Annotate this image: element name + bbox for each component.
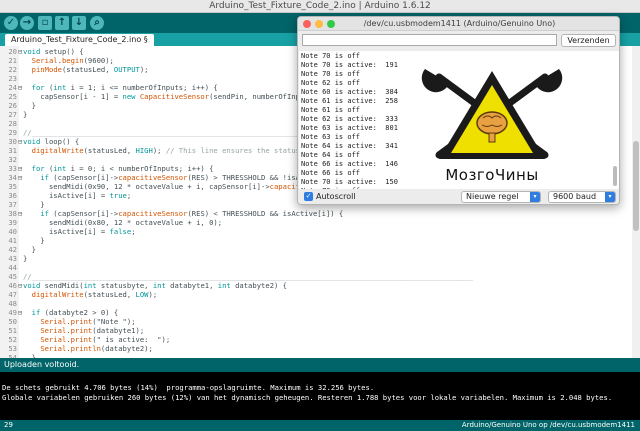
upload-icon[interactable]: → [20,16,34,30]
new-icon[interactable]: ▫ [38,16,52,30]
line-ending-value: Nieuwe regel [466,192,519,201]
serial-monitor-window: /dev/cu.usbmodem1411 (Arduino/Genuino Un… [297,16,620,205]
serial-output: МозгоЧины Note 70 is off Note 70 is activ… [299,51,619,199]
serial-monitor-title: /dev/cu.usbmodem1411 (Arduino/Genuino Un… [363,19,556,28]
ide-titlebar: Arduino_Test_Fixture_Code_2.ino | Arduin… [0,0,640,13]
autoscroll-checkbox[interactable]: ✓ [304,192,313,201]
tab-sketch[interactable]: Arduino_Test_Fixture_Code_2.ino § [5,34,154,46]
serial-output-line: Note 70 is off [301,70,361,78]
status-text: Uploaden voltooid. [4,360,80,369]
serial-output-line: Note 70 is active: 191 [301,61,398,69]
serial-output-line: Note 64 is off [301,151,361,159]
serial-monitor-icon[interactable]: ⌕ [90,16,104,30]
serial-output-line: Note 66 is active: 146 [301,160,398,168]
footer-line-number: 29 [4,421,13,429]
serial-monitor-titlebar: /dev/cu.usbmodem1411 (Arduino/Genuino Un… [298,17,619,31]
open-icon[interactable]: ↑ [55,16,69,30]
baud-rate-select[interactable]: 9600 baud ▾ [548,191,616,203]
serial-output-line: Note 62 is active: 333 [301,115,398,123]
serial-send-input[interactable] [302,34,557,46]
console-line: De schets gebruikt 4.706 bytes (14%) pro… [2,383,375,392]
console-output: De schets gebruikt 4.706 bytes (14%) pro… [0,372,640,420]
serial-output-line: Note 70 is off [301,52,361,60]
serial-output-line: Note 63 is active: 801 [301,124,398,132]
serial-output-line: Note 70 is active: 150 [301,178,398,186]
serial-scrollbar[interactable] [612,51,618,199]
status-bar: Uploaden voltooid. [0,358,640,372]
serial-output-line: Note 61 is active: 258 [301,97,398,105]
chevron-down-icon: ▾ [530,192,540,202]
serial-output-line: Note 64 is active: 341 [301,142,398,150]
footer-bar: 29 Arduino/Genuino Uno op /dev/cu.usbmod… [0,420,640,431]
console-line: Globale variabelen gebruiken 260 bytes (… [2,393,613,402]
editor-scrollbar[interactable] [632,46,640,358]
line-ending-select[interactable]: Nieuwe regel ▾ [461,191,541,203]
baud-rate-value: 9600 baud [553,192,597,201]
serial-output-line: Note 60 is active: 384 [301,88,398,96]
serial-options-bar: ✓ Autoscroll Nieuwe regel ▾ 9600 baud ▾ [298,189,619,204]
footer-board-info: Arduino/Genuino Uno op /dev/cu.usbmodem1… [461,421,635,429]
ide-window-title: Arduino_Test_Fixture_Code_2.ino | Arduin… [209,1,431,11]
chevron-down-icon: ▾ [605,192,615,202]
save-icon[interactable]: ↓ [72,16,86,30]
serial-scroll-thumb[interactable] [613,166,617,186]
serial-output-line: Note 61 is off [301,106,361,114]
serial-output-line: Note 66 is off [301,169,361,177]
logo-text: МозгоЧины [445,166,539,184]
serial-output-line: Note 63 is off [301,133,361,141]
verify-icon[interactable]: ✓ [4,16,18,30]
serial-output-line: Note 62 is off [301,79,361,87]
editor-scroll-thumb[interactable] [633,141,639,231]
autoscroll-label: Autoscroll [316,192,356,201]
send-button[interactable]: Verzenden [561,34,616,47]
